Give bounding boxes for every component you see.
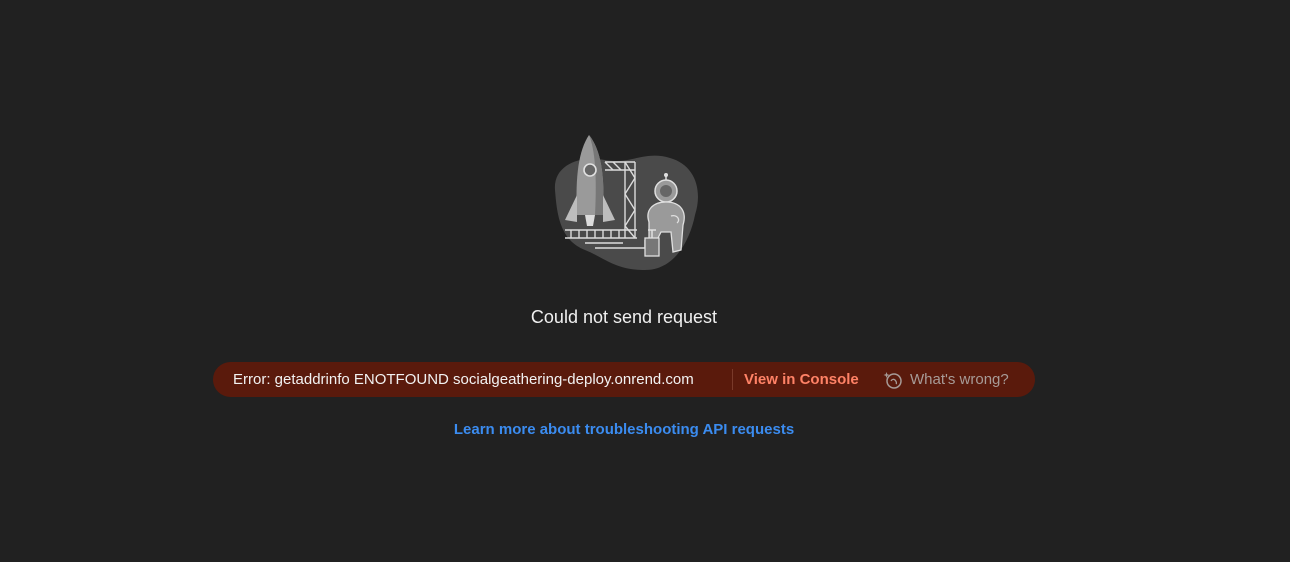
view-in-console-link[interactable]: View in Console: [744, 362, 859, 397]
divider: [732, 369, 733, 390]
learn-more-link[interactable]: Learn more about troubleshooting API req…: [0, 421, 1248, 439]
response-pane: Could not send request Error: getaddrinf…: [0, 0, 1290, 562]
error-banner: Error: getaddrinfo ENOTFOUND socialgeath…: [213, 362, 1035, 397]
ai-sparkle-icon: [883, 370, 903, 390]
error-title: Could not send request: [530, 307, 718, 327]
error-message: Error: getaddrinfo ENOTFOUND socialgeath…: [233, 371, 694, 388]
rocket-illustration-icon: [554, 135, 698, 270]
whats-wrong-label: What's wrong?: [910, 371, 1009, 388]
rocket-astronaut-illustration: [545, 130, 705, 275]
whats-wrong-button[interactable]: What's wrong?: [883, 362, 1009, 397]
